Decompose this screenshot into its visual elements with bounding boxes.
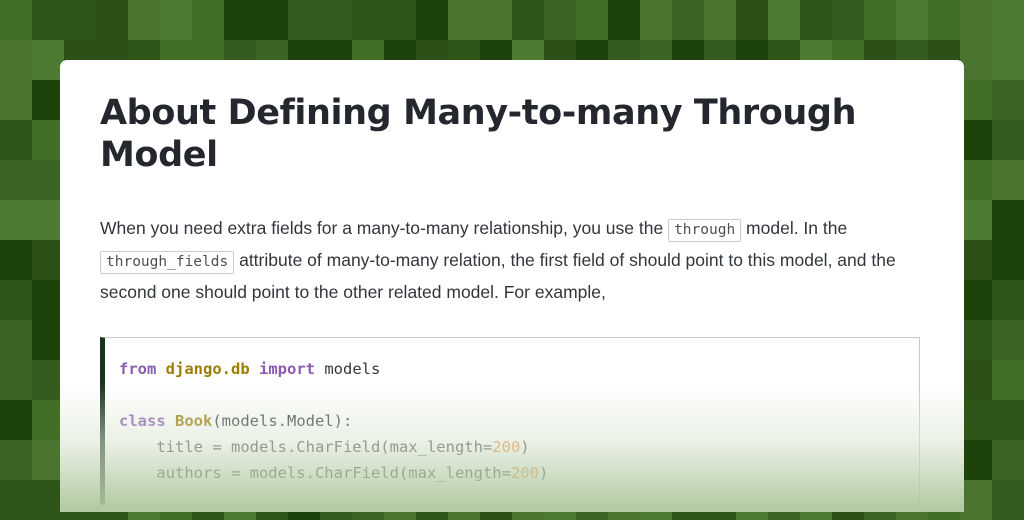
code-token: from	[119, 360, 166, 378]
code-content: from django.db import models class Book(…	[105, 338, 919, 504]
code-token: Book	[175, 412, 213, 430]
code-token: (models.Model):	[212, 412, 353, 430]
intro-paragraph: When you need extra fields for a many-to…	[100, 213, 915, 307]
code-block: from django.db import models class Book(…	[100, 337, 920, 505]
code-token: title = models.CharField(max_length=	[119, 438, 493, 456]
code-token: authors = models.CharField(max_length=	[119, 464, 511, 482]
code-token: )	[520, 438, 530, 456]
inline-code-through: through	[668, 219, 742, 242]
code-token: django.db	[165, 360, 250, 378]
inline-code-through-fields: through_fields	[100, 251, 235, 274]
card-inner: About Defining Many-to-many Through Mode…	[60, 60, 964, 505]
intro-text-part-1: When you need extra fields for a many-to…	[100, 218, 669, 238]
code-token: import	[259, 360, 316, 378]
code-token: 200	[492, 438, 521, 456]
code-token: )	[538, 464, 549, 482]
code-token: 200	[510, 464, 539, 482]
intro-text-part-2: model. In the	[741, 218, 848, 238]
content-card: About Defining Many-to-many Through Mode…	[60, 60, 964, 512]
code-token: class	[119, 412, 175, 430]
page-title: About Defining Many-to-many Through Mode…	[100, 93, 857, 175]
code-token: models	[315, 360, 381, 378]
